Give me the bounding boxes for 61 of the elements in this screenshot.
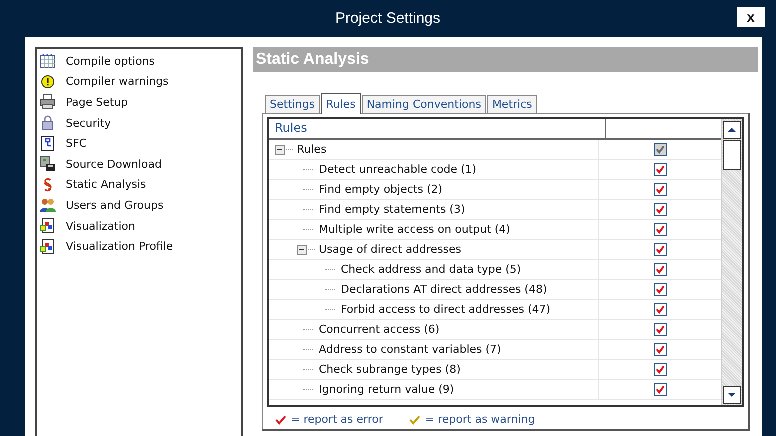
checkbox[interactable] <box>654 363 666 376</box>
scrollbar[interactable] <box>721 119 742 405</box>
rule-label: Ignoring return value (9) <box>319 383 454 396</box>
checkbox[interactable] <box>654 163 666 176</box>
checkbox[interactable] <box>654 223 666 236</box>
sidebar-item[interactable]: Compile options <box>37 51 241 72</box>
checkbox[interactable] <box>654 263 666 276</box>
sidebar-item[interactable]: Compiler warnings <box>37 72 241 92</box>
rule-label: Detect unreachable code (1) <box>319 163 477 176</box>
rule-label: Multiple write access on output (4) <box>319 223 510 236</box>
legend-label: = report as error <box>291 413 384 426</box>
tab[interactable]: Settings <box>265 95 320 113</box>
tab[interactable]: Naming Conventions <box>362 95 486 113</box>
sidebar-item[interactable]: Visualization <box>37 216 241 236</box>
sidebar-item[interactable]: Visualization Profile <box>37 236 241 257</box>
sidebar-item[interactable]: Source Download <box>37 154 241 175</box>
column-header[interactable]: Rules <box>269 119 606 138</box>
grid-icon <box>40 53 56 70</box>
checkbox[interactable] <box>654 243 666 256</box>
scroll-down-icon[interactable] <box>723 386 741 404</box>
checkbox[interactable] <box>654 203 666 216</box>
collapse-icon[interactable] <box>275 144 293 154</box>
document-icon <box>40 238 56 255</box>
sidebar-item[interactable]: SFC <box>37 133 241 154</box>
checkbox[interactable] <box>654 183 666 196</box>
sidebar-item[interactable]: Static Analysis <box>37 174 241 196</box>
sidebar-item[interactable]: Security <box>37 112 241 134</box>
tab[interactable]: Rules <box>321 93 361 114</box>
printer-icon <box>40 94 56 110</box>
tab[interactable]: Metrics <box>487 95 538 113</box>
rule-label: Rules <box>297 143 327 156</box>
lock-icon <box>40 115 56 132</box>
scroll-thumb[interactable] <box>723 140 741 170</box>
rule-label: Find empty statements (3) <box>319 203 466 216</box>
computer-icon <box>40 156 56 172</box>
warning-icon <box>40 74 56 90</box>
rule-label: Check subrange types (8) <box>319 363 461 376</box>
rule-label: Forbid access to direct addresses (47) <box>341 303 551 316</box>
checkbox[interactable] <box>654 383 666 396</box>
window-title: Project Settings <box>335 10 441 27</box>
checkbox[interactable] <box>654 343 666 356</box>
document-icon <box>40 218 56 234</box>
scroll-up-icon[interactable] <box>723 121 741 139</box>
sidebar-item[interactable]: Users and Groups <box>37 195 241 216</box>
sidebar-item[interactable]: Page Setup <box>37 92 241 113</box>
checkbox[interactable] <box>654 143 666 156</box>
collapse-icon[interactable] <box>297 244 315 254</box>
checkbox[interactable] <box>654 303 666 316</box>
close-button[interactable]: x <box>737 7 765 27</box>
rule-label: Declarations AT direct addresses (48) <box>341 283 548 296</box>
rule-label: Usage of direct addresses <box>319 243 462 256</box>
checkbox[interactable] <box>654 283 666 296</box>
rule-label: Concurrent access (6) <box>319 323 440 336</box>
checkbox[interactable] <box>654 323 666 336</box>
rule-label: Find empty objects (2) <box>319 183 443 196</box>
section-header: Static Analysis <box>253 47 758 72</box>
users-icon <box>40 197 56 214</box>
flowchart-icon <box>40 136 56 152</box>
rule-label: Address to constant variables (7) <box>319 343 502 356</box>
rule-label: Check address and data type (5) <box>341 263 522 276</box>
legend-label: = report as warning <box>425 413 536 426</box>
